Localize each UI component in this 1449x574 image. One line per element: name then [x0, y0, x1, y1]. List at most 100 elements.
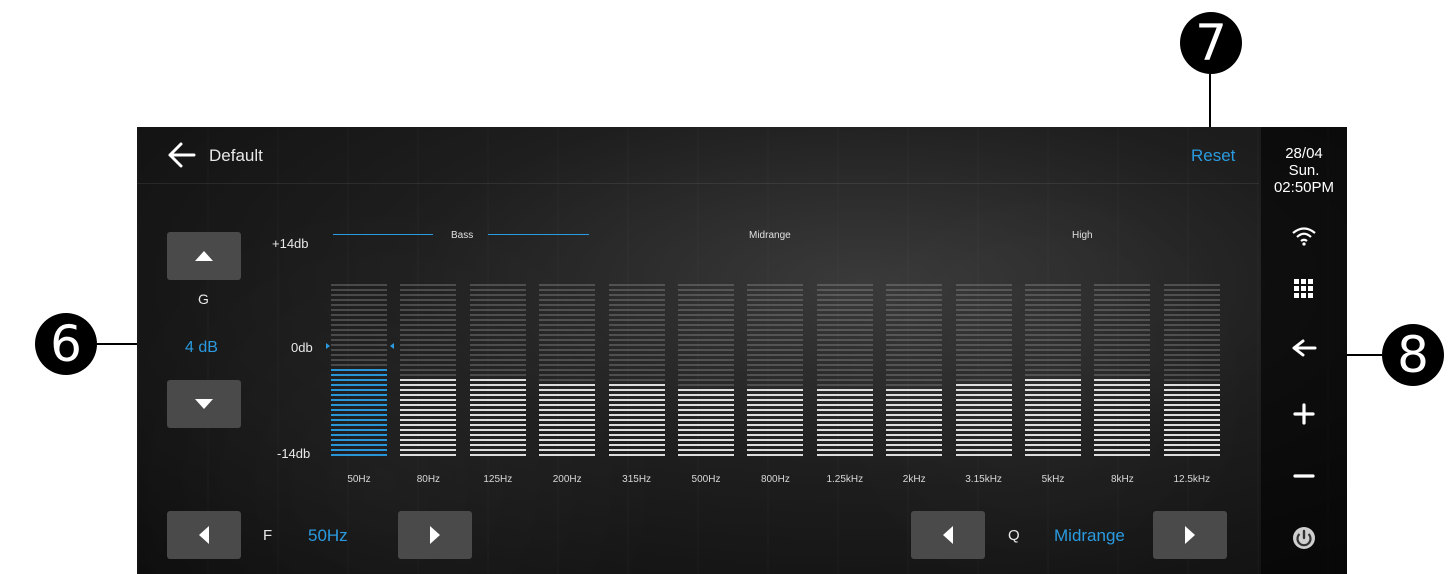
- reset-button[interactable]: Reset: [1191, 146, 1235, 166]
- eq-band-125hz[interactable]: [469, 284, 526, 459]
- eq-stripe: [678, 289, 734, 292]
- app-grid-icon[interactable]: [1289, 273, 1319, 303]
- eq-stripe: [1025, 449, 1081, 452]
- eq-stripe: [886, 294, 943, 297]
- eq-stripe: [539, 334, 596, 337]
- eq-stripe: [816, 294, 873, 297]
- eq-stripe: [678, 299, 734, 302]
- eq-stripe: [1025, 364, 1081, 367]
- eq-stripe: [955, 324, 1012, 327]
- eq-stripe: [955, 419, 1012, 422]
- eq-stripe: [1094, 429, 1151, 432]
- eq-stripe: [1163, 284, 1220, 287]
- eq-stripe: [816, 334, 873, 337]
- eq-stripe: [331, 304, 387, 307]
- eq-stripe: [469, 429, 526, 432]
- eq-stripe: [1025, 394, 1081, 397]
- gain-down-button[interactable]: [167, 380, 241, 428]
- return-arrow-icon[interactable]: [1289, 333, 1319, 363]
- eq-stripe: [539, 344, 596, 347]
- eq-stripe: [331, 409, 387, 412]
- eq-stripe: [1163, 419, 1220, 422]
- eq-stripe: [747, 374, 804, 377]
- bass-line-left: [333, 234, 433, 235]
- power-icon[interactable]: [1289, 523, 1319, 553]
- eq-stripe: [955, 349, 1012, 352]
- eq-stripe: [1094, 334, 1151, 337]
- eq-stripe: [331, 309, 387, 312]
- eq-band-200hz[interactable]: [539, 284, 596, 459]
- eq-stripe: [955, 369, 1012, 372]
- eq-stripe: [331, 424, 387, 427]
- eq-stripe: [678, 324, 734, 327]
- eq-stripe: [400, 334, 457, 337]
- eq-stripe: [1163, 334, 1220, 337]
- eq-stripe: [886, 389, 943, 392]
- gain-up-button[interactable]: [167, 232, 241, 280]
- eq-band-80hz[interactable]: [400, 284, 457, 459]
- date-text: 28/04: [1285, 145, 1323, 162]
- eq-stripe: [400, 444, 457, 447]
- frequency-next-button[interactable]: [398, 511, 472, 559]
- eq-stripe: [816, 349, 873, 352]
- eq-stripe: [400, 314, 457, 317]
- eq-stripe: [539, 399, 596, 402]
- eq-stripe: [816, 304, 873, 307]
- eq-stripe: [469, 439, 526, 442]
- frequency-prev-button[interactable]: [167, 511, 241, 559]
- eq-stripe: [400, 329, 457, 332]
- eq-stripe: [1094, 449, 1151, 452]
- minus-icon[interactable]: [1289, 461, 1319, 491]
- eq-stripe: [469, 419, 526, 422]
- eq-band-8khz[interactable]: [1094, 284, 1151, 459]
- q-prev-button[interactable]: [911, 511, 985, 559]
- eq-band-500hz[interactable]: [678, 284, 734, 459]
- eq-band-800hz[interactable]: [747, 284, 804, 459]
- plus-icon[interactable]: [1289, 399, 1319, 429]
- wifi-icon[interactable]: [1289, 221, 1319, 251]
- eq-stripe: [469, 384, 526, 387]
- zero-marker-right: [390, 343, 394, 349]
- eq-stripe: [1094, 419, 1151, 422]
- eq-band-5khz[interactable]: [1025, 284, 1081, 459]
- triangle-down-icon: [195, 399, 213, 409]
- eq-stripe: [1163, 324, 1220, 327]
- eq-stripe: [747, 364, 804, 367]
- eq-band-315hz[interactable]: [608, 284, 665, 459]
- eq-stripe: [539, 289, 596, 292]
- frequency-label: F: [263, 527, 273, 544]
- eq-stripe: [747, 399, 804, 402]
- eq-stripe: [886, 334, 943, 337]
- eq-stripe: [608, 424, 665, 427]
- eq-stripe: [539, 324, 596, 327]
- eq-stripe: [1163, 369, 1220, 372]
- eq-band-2khz[interactable]: [886, 284, 943, 459]
- eq-stripe: [608, 339, 665, 342]
- eq-band-12-5khz[interactable]: [1163, 284, 1220, 459]
- eq-stripe: [608, 389, 665, 392]
- eq-stripe: [1163, 349, 1220, 352]
- eq-stripe: [955, 284, 1012, 287]
- back-button[interactable]: [167, 141, 197, 169]
- eq-stripe: [1025, 409, 1081, 412]
- eq-band-1-25khz[interactable]: [816, 284, 873, 459]
- eq-stripe: [886, 344, 943, 347]
- eq-band-50hz[interactable]: [331, 284, 387, 459]
- eq-stripe: [1025, 434, 1081, 437]
- eq-stripe: [469, 364, 526, 367]
- eq-stripe: [1025, 329, 1081, 332]
- eq-band-3-15khz[interactable]: [955, 284, 1012, 459]
- gain-value: 4 dB: [185, 339, 218, 356]
- eq-stripe: [955, 329, 1012, 332]
- q-next-button[interactable]: [1153, 511, 1227, 559]
- eq-stripe: [400, 324, 457, 327]
- eq-freq-label: 2kHz: [902, 474, 926, 485]
- eq-freq-label: 200Hz: [552, 474, 582, 485]
- eq-stripe: [886, 354, 943, 357]
- eq-stripe: [1025, 339, 1081, 342]
- eq-stripe: [678, 399, 734, 402]
- eq-stripe: [539, 359, 596, 362]
- arrow-left-icon: [168, 142, 196, 168]
- eq-stripe: [1163, 399, 1220, 402]
- eq-stripe: [400, 399, 457, 402]
